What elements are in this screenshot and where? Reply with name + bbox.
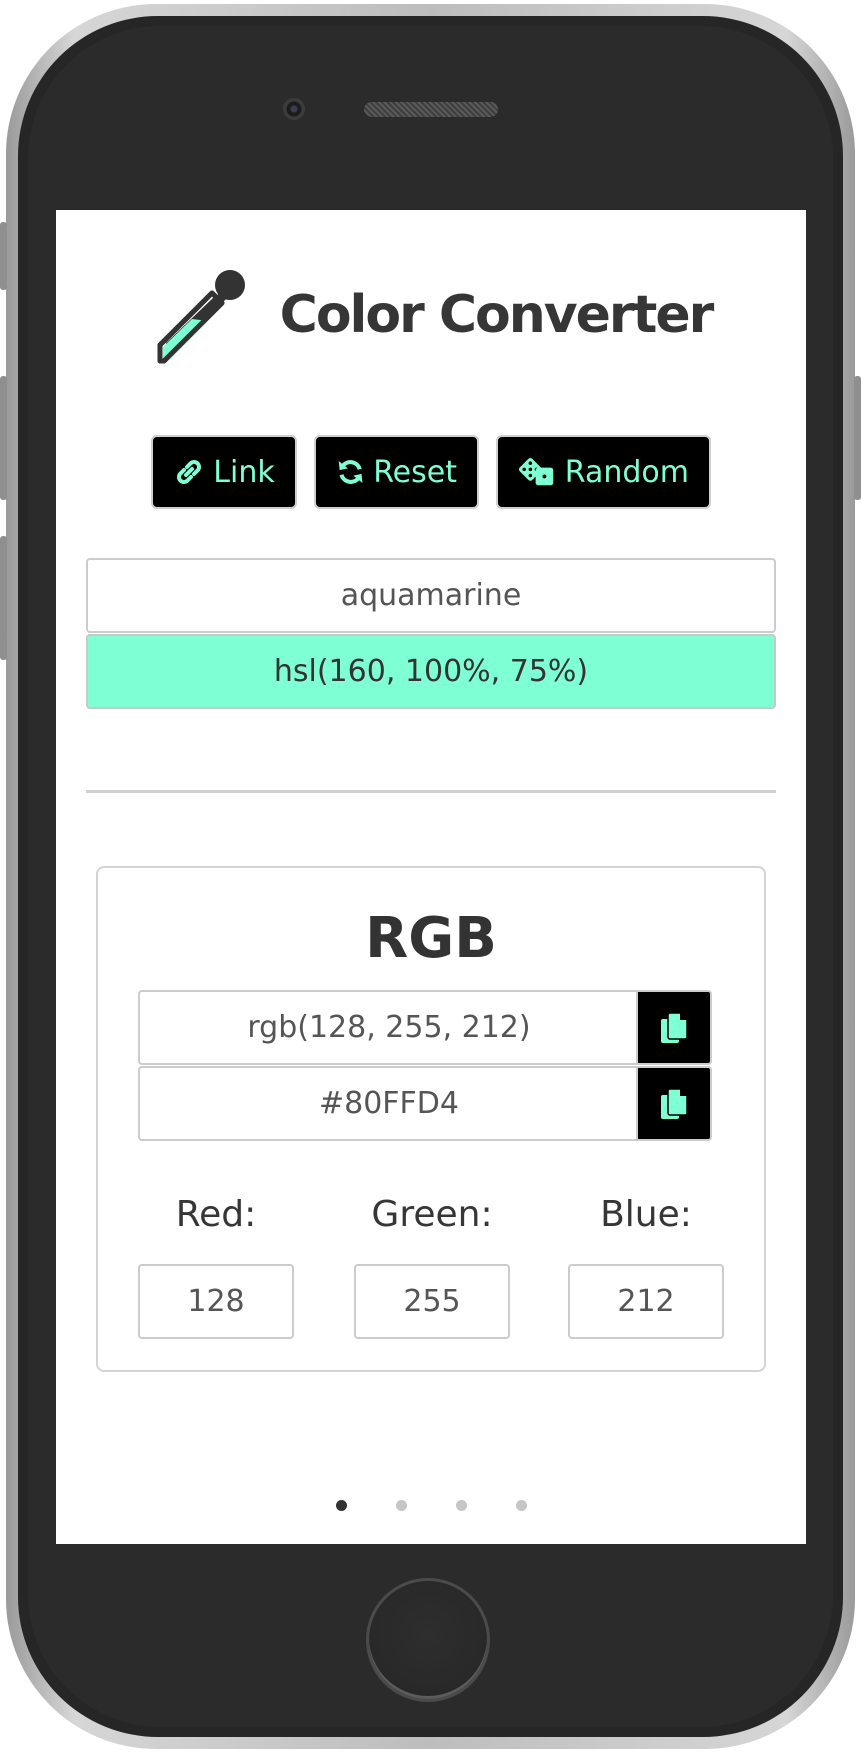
earpiece-speaker <box>364 102 498 117</box>
sync-icon <box>338 460 363 484</box>
page-dot-3[interactable] <box>456 1500 467 1511</box>
blue-input[interactable] <box>568 1264 724 1339</box>
hex-string-field[interactable] <box>138 1066 638 1141</box>
app-header: Color Converter <box>56 260 806 370</box>
eyedropper-icon <box>157 270 245 364</box>
link-icon <box>177 460 202 484</box>
app-screen: Color Converter Link Reset Random aquama… <box>56 210 806 1544</box>
page-indicator <box>56 1500 806 1512</box>
rgb-string-row <box>138 990 712 1065</box>
page-dot-4[interactable] <box>516 1500 527 1511</box>
front-camera <box>283 98 305 120</box>
green-label: Green: <box>371 1194 493 1235</box>
green-input[interactable] <box>354 1264 510 1339</box>
toolbar: Link Reset Random <box>56 435 806 510</box>
hsl-input[interactable] <box>86 634 776 709</box>
random-button-label: Random <box>564 454 689 490</box>
link-button[interactable]: Link <box>151 435 297 509</box>
red-label: Red: <box>175 1194 257 1235</box>
rgb-panel: RGB Red: <box>96 866 766 1372</box>
link-button-label: Link <box>213 454 275 490</box>
copy-rgb-button[interactable] <box>636 990 712 1065</box>
home-button[interactable] <box>366 1578 490 1702</box>
random-button[interactable]: Random <box>496 435 711 509</box>
blue-channel: Blue: <box>568 1190 724 1339</box>
power-button <box>854 376 861 500</box>
rgb-string-field[interactable] <box>138 990 638 1065</box>
page-dot-2[interactable] <box>396 1500 407 1511</box>
page-title: Color Converter <box>279 285 715 345</box>
green-channel: Green: <box>354 1190 510 1339</box>
section-divider <box>86 790 776 793</box>
copy-hex-button[interactable] <box>636 1066 712 1141</box>
copy-icon <box>661 1011 688 1043</box>
reset-button[interactable]: Reset <box>314 435 479 509</box>
red-input[interactable] <box>138 1264 294 1339</box>
blue-label: Blue: <box>600 1194 692 1235</box>
dice-icon <box>518 457 554 486</box>
reset-button-label: Reset <box>373 454 457 490</box>
volume-down-button <box>0 536 7 660</box>
page-dot-1[interactable] <box>336 1500 347 1511</box>
volume-up-button <box>0 376 7 500</box>
red-channel: Red: <box>138 1190 294 1339</box>
mute-switch <box>0 222 7 290</box>
rgb-panel-heading: RGB <box>365 906 497 971</box>
color-name-input[interactable] <box>86 558 776 633</box>
hex-string-row <box>138 1066 712 1141</box>
copy-icon <box>661 1087 688 1119</box>
